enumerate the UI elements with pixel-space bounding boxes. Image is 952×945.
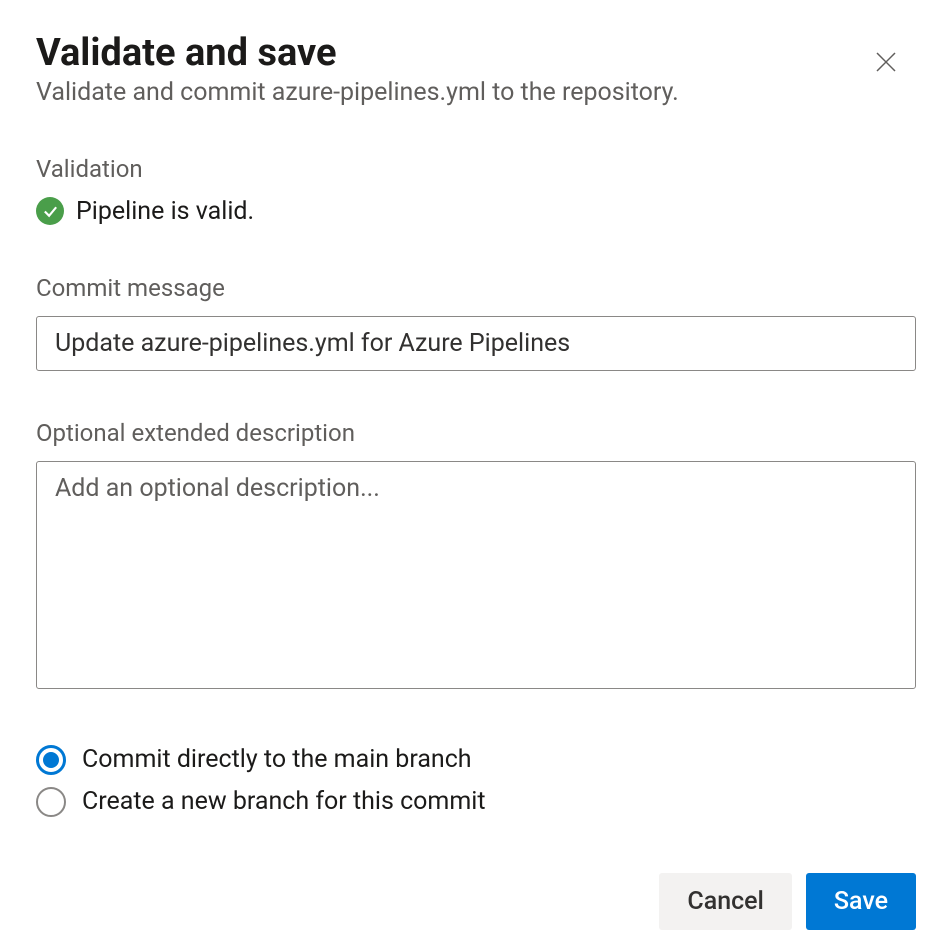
cancel-button[interactable]: Cancel <box>659 873 792 930</box>
validation-status: Pipeline is valid. <box>36 197 916 226</box>
validation-status-text: Pipeline is valid. <box>76 197 254 226</box>
close-icon <box>874 62 898 77</box>
close-button[interactable] <box>866 42 906 85</box>
commit-message-input[interactable] <box>36 316 916 371</box>
validation-label: Validation <box>36 155 916 183</box>
radio-label-direct: Commit directly to the main branch <box>82 745 472 774</box>
radio-label-new-branch: Create a new branch for this commit <box>82 787 486 816</box>
description-textarea[interactable] <box>36 461 916 689</box>
description-label: Optional extended description <box>36 419 916 447</box>
radio-commit-direct[interactable]: Commit directly to the main branch <box>36 745 916 775</box>
dialog-subtitle: Validate and commit azure-pipelines.yml … <box>36 78 679 107</box>
dialog-header: Validate and save Validate and commit az… <box>36 32 916 107</box>
radio-new-branch[interactable]: Create a new branch for this commit <box>36 787 916 817</box>
radio-icon <box>36 787 66 817</box>
title-block: Validate and save Validate and commit az… <box>36 32 679 107</box>
radio-icon <box>36 745 66 775</box>
check-circle-icon <box>36 197 64 225</box>
commit-message-label: Commit message <box>36 274 916 302</box>
dialog-footer: Cancel Save <box>36 873 916 930</box>
branch-radio-group: Commit directly to the main branch Creat… <box>36 745 916 817</box>
save-button[interactable]: Save <box>806 873 916 930</box>
dialog-title: Validate and save <box>36 32 679 76</box>
